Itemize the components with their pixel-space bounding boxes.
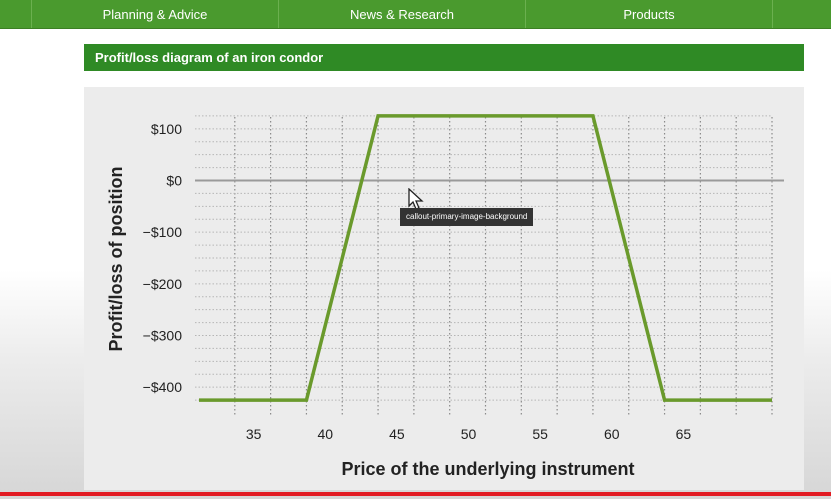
y-tick-label: −$100 <box>143 224 183 240</box>
y-tick-label: −$200 <box>143 276 183 292</box>
y-tick-label: $100 <box>151 121 182 137</box>
nav-spacer <box>0 0 32 28</box>
x-tick-label: 35 <box>246 426 262 442</box>
x-tick-label: 60 <box>604 426 620 442</box>
bottom-accent-bar <box>0 492 831 496</box>
top-navigation-bar: Planning & Advice News & Research Produc… <box>0 0 831 29</box>
chart-panel: $100 $0 −$100 −$200 −$300 −$400 35 40 45 50 55 60 65… <box>84 87 804 490</box>
y-tick-label: −$300 <box>143 328 183 344</box>
x-tick-label: 45 <box>389 426 405 442</box>
x-tick-label: 40 <box>317 426 333 442</box>
nav-item-products[interactable]: Products <box>526 0 773 28</box>
x-tick-label: 50 <box>461 426 477 442</box>
y-tick-label: $0 <box>166 173 182 189</box>
hover-tooltip: callout-primary-image-background <box>400 208 534 226</box>
y-axis-label: Profit/loss of position <box>106 167 126 352</box>
x-tick-label: 55 <box>532 426 548 442</box>
x-axis-label: Price of the underlying instrument <box>341 459 634 479</box>
x-tick-label: 65 <box>676 426 692 442</box>
iron-condor-chart: $100 $0 −$100 −$200 −$300 −$400 35 40 45 50 55 60 65… <box>106 114 784 479</box>
figure-title-banner: Profit/loss diagram of an iron condor <box>84 44 804 71</box>
nav-item-planning-advice[interactable]: Planning & Advice <box>32 0 279 28</box>
nav-item-news-research[interactable]: News & Research <box>279 0 526 28</box>
y-tick-label: −$400 <box>143 379 183 395</box>
nav-spacer-right <box>773 0 831 28</box>
